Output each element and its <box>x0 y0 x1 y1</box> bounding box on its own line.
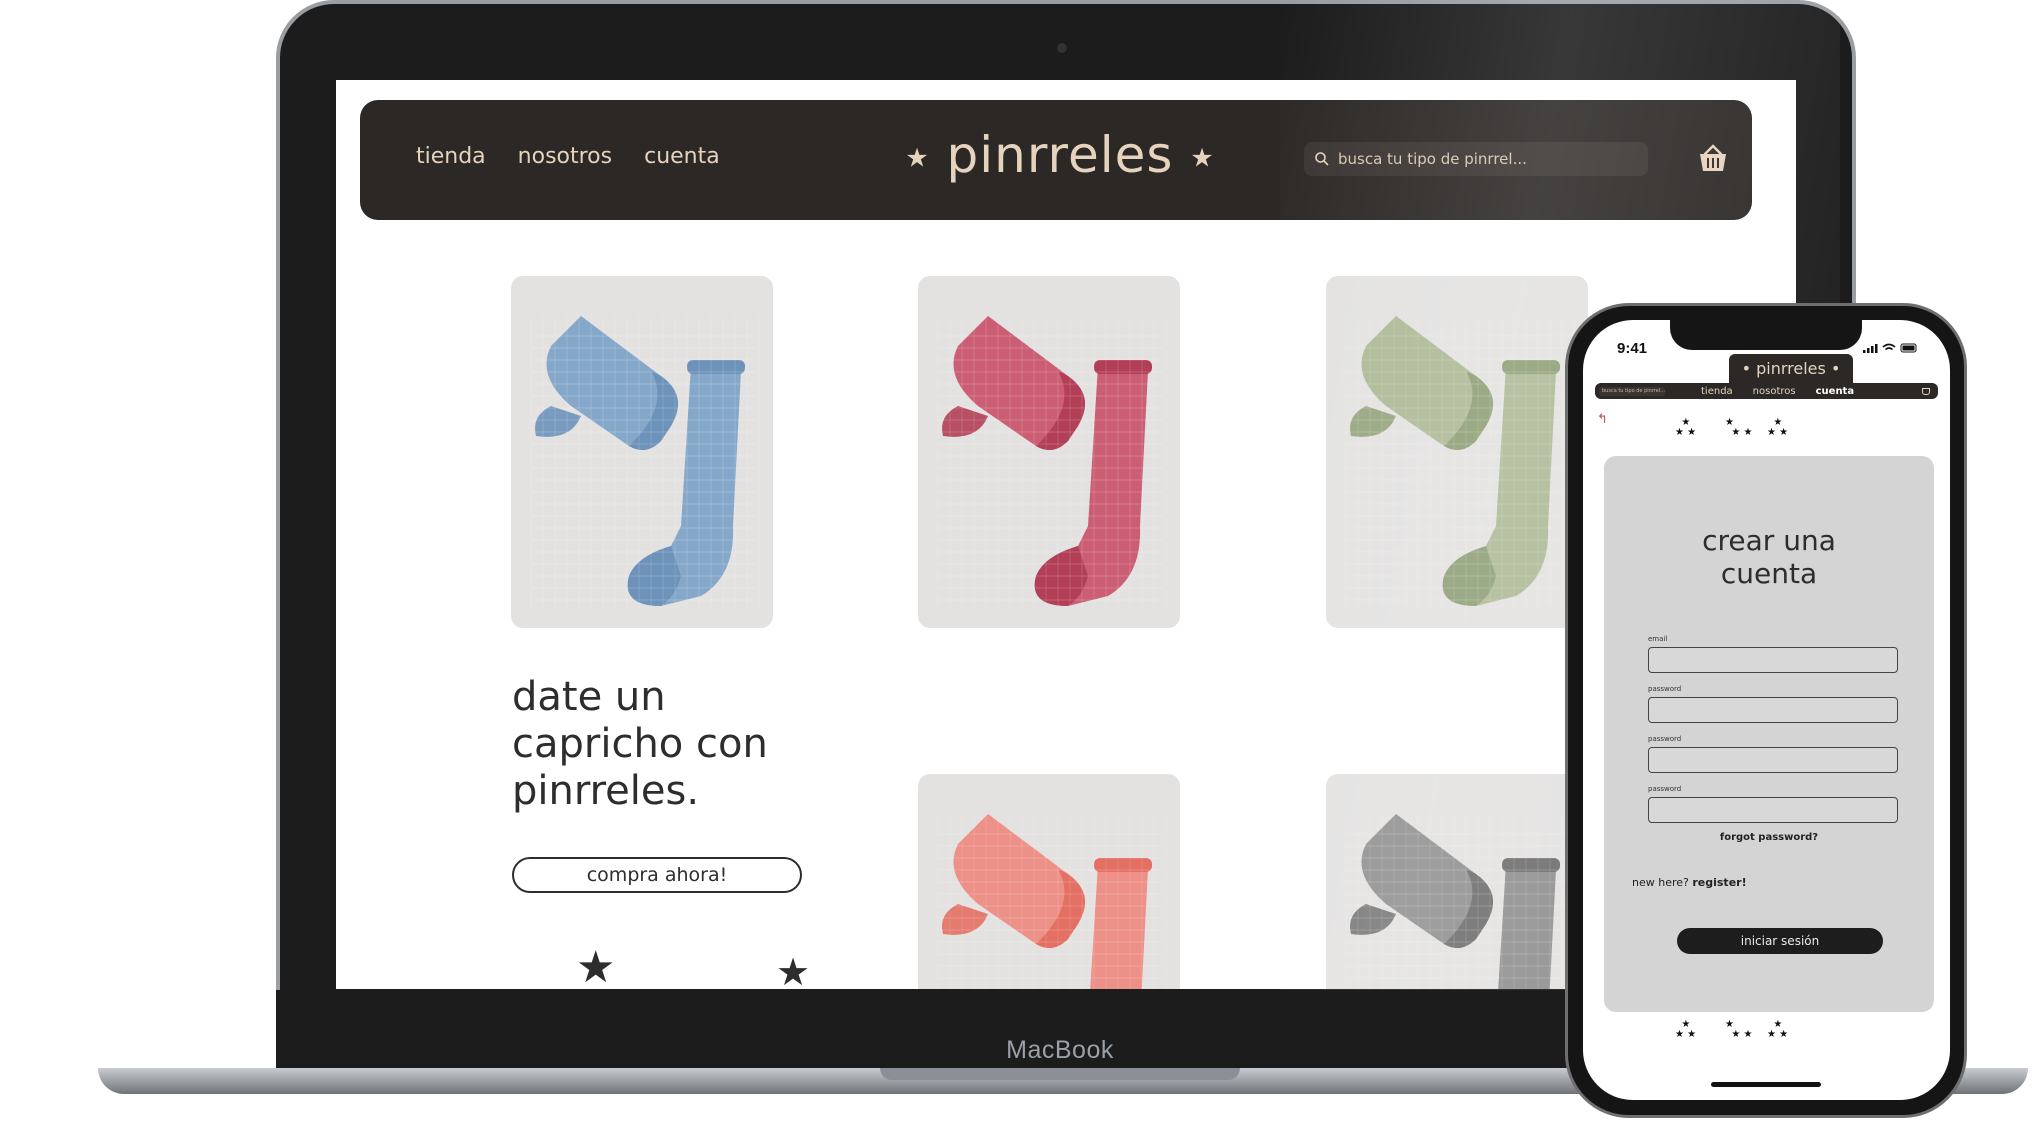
hero-line: date un <box>512 674 666 720</box>
hero-line: pinrreles. <box>512 768 700 814</box>
login-button[interactable]: iniciar sesión <box>1677 928 1883 954</box>
password-field[interactable] <box>1648 797 1898 823</box>
mobile-nav-tienda[interactable]: tienda <box>1701 386 1733 397</box>
star-icon: ★ <box>905 143 930 174</box>
register-link[interactable]: register! <box>1692 876 1746 889</box>
stars-decoration: ★ ★ ★ <box>1767 1019 1789 1040</box>
mobile-logo[interactable]: • pinrreles • <box>1729 354 1853 384</box>
basket-icon[interactable] <box>1696 142 1730 176</box>
stars-decoration: ★ ★ ★ <box>1675 1019 1697 1040</box>
form-title-line: crear una <box>1702 524 1836 557</box>
product-card-grey[interactable] <box>1326 774 1588 989</box>
nav-cuenta[interactable]: cuenta <box>644 144 720 169</box>
search-input[interactable] <box>1338 150 1628 168</box>
product-card-blue[interactable] <box>511 276 773 628</box>
star-icon: ★ <box>1190 143 1215 174</box>
sock-image <box>937 316 1167 611</box>
phone-notch <box>1670 318 1862 350</box>
mobile-search-input[interactable]: busca tu tipo de pinrrel... <box>1599 386 1665 396</box>
laptop-brand-label: MacBook <box>1006 1036 1114 1064</box>
mobile-header: busca tu tipo de pinrrel... tienda nosot… <box>1595 383 1938 399</box>
password-label: password <box>1648 685 1682 693</box>
mobile-nav-nosotros[interactable]: nosotros <box>1753 386 1796 397</box>
stars-decoration: ★ ★ ★ <box>1725 1019 1753 1040</box>
search-bar <box>1304 142 1648 176</box>
hero-line: capricho con <box>512 721 768 767</box>
sock-image <box>937 814 1167 989</box>
mobile-logo-text: pinrreles <box>1756 359 1826 378</box>
home-indicator[interactable] <box>1711 1082 1821 1087</box>
star-icon: ★ <box>576 942 616 989</box>
status-time: 9:41 <box>1617 340 1648 357</box>
camera-icon <box>1057 43 1067 53</box>
product-card-sage[interactable] <box>1326 276 1588 628</box>
status-icons <box>1863 343 1917 353</box>
sock-image <box>530 316 760 611</box>
register-form-card: crear una cuenta email password password… <box>1604 456 1934 1012</box>
password-field[interactable] <box>1648 697 1898 723</box>
laptop-hinge-notch <box>880 1068 1240 1080</box>
form-title: crear una cuenta <box>1604 524 1934 590</box>
email-label: email <box>1648 635 1668 643</box>
sock-image <box>1345 814 1575 989</box>
product-card-coral[interactable] <box>918 774 1180 989</box>
nav-nosotros[interactable]: nosotros <box>518 144 612 169</box>
search-icon <box>1315 152 1329 166</box>
mobile-nav-cuenta[interactable]: cuenta <box>1816 386 1854 397</box>
password-field[interactable] <box>1648 747 1898 773</box>
mobile-nav: tienda nosotros cuenta <box>1701 386 1854 397</box>
form-title-line: cuenta <box>1720 557 1818 590</box>
forgot-password-link[interactable]: forgot password? <box>1604 832 1934 843</box>
password-label: password <box>1648 785 1682 793</box>
site-logo[interactable]: ★ pinrreles ★ <box>850 126 1270 184</box>
stars-decoration: ★ ★ ★ <box>1675 417 1697 438</box>
new-here-label: new here? <box>1632 876 1689 889</box>
site-header: tienda nosotros cuenta ★ pinrreles ★ <box>360 100 1752 220</box>
mobile-screen: 9:41 • pinrreles • busca tu tipo de pinr… <box>1583 320 1950 1100</box>
new-here-text: new here? register! <box>1632 876 1747 889</box>
hero-heading: date un capricho con pinrreles. <box>512 674 852 815</box>
stars-decoration: ★ ★ ★ <box>1767 417 1789 438</box>
stars-decoration: ★ ★ ★ <box>1725 417 1753 438</box>
basket-icon[interactable] <box>1922 387 1930 395</box>
main-nav: tienda nosotros cuenta <box>416 144 720 169</box>
star-icon: ★ <box>776 950 811 989</box>
shop-now-button[interactable]: compra ahora! <box>512 857 802 893</box>
logo-text: pinrreles <box>946 126 1174 184</box>
sock-image <box>1345 316 1575 611</box>
email-field[interactable] <box>1648 647 1898 673</box>
back-arrow-icon[interactable]: ↰ <box>1597 412 1608 427</box>
product-card-red[interactable] <box>918 276 1180 628</box>
password-label: password <box>1648 735 1682 743</box>
nav-tienda[interactable]: tienda <box>416 144 486 169</box>
